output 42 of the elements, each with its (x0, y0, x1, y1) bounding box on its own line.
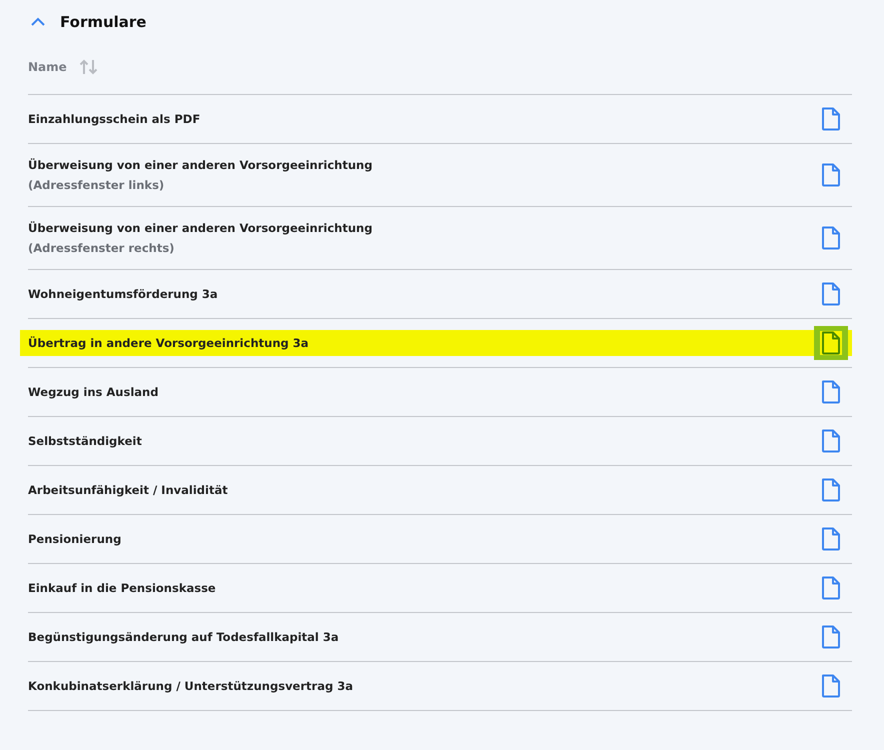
column-header[interactable]: Name (28, 60, 67, 74)
form-title: Überweisung von einer anderen Vorsorgeeinrichtung (28, 220, 372, 236)
form-title: Selbstständigkeit (28, 433, 142, 449)
document-icon (820, 282, 842, 306)
form-title: Konkubinatserklärung / Unterstützungsvertrag 3a (28, 678, 353, 694)
form-title: Einkauf in die Pensionskasse (28, 580, 216, 596)
form-title: Einzahlungsschein als PDF (28, 111, 200, 127)
chevron-icon[interactable] (30, 17, 46, 27)
table-row[interactable]: Pensionierung (28, 515, 852, 563)
section-title: Formulare (60, 13, 146, 31)
document-icon (820, 226, 842, 250)
document-icon (820, 107, 842, 131)
sort-icon[interactable] (78, 58, 99, 76)
document-icon (820, 380, 842, 404)
form-title: Wohneigentumsförderung 3a (28, 286, 218, 302)
table-row[interactable]: Selbstständigkeit (28, 417, 852, 465)
document-icon (820, 576, 842, 600)
document-icon (820, 478, 842, 502)
form-title: Wegzug ins Ausland (28, 384, 158, 400)
form-title: Übertrag in andere Vorsorgeeinrichtung 3a (28, 335, 308, 351)
form-subtitle: (Adressfenster rechts) (28, 240, 176, 256)
table-row[interactable]: Einzahlungsschein als PDF (28, 95, 852, 143)
document-icon (820, 527, 842, 551)
document-icon (820, 674, 842, 698)
table-row[interactable]: Wohneigentumsförderung 3a (28, 270, 852, 318)
document-icon (820, 429, 842, 453)
table-row[interactable]: Überweisung von einer anderen Vorsorgeeinrichtung (Adressfenster links) (28, 144, 852, 206)
form-subtitle: (Adressfenster links) (28, 177, 166, 193)
table-row[interactable]: Wegzug ins Ausland (28, 368, 852, 416)
document-icon (820, 331, 842, 355)
document-icon (820, 163, 842, 187)
document-icon (820, 625, 842, 649)
table-row[interactable]: Überweisung von einer anderen Vorsorgeeinrichtung (Adressfenster rechts) (28, 207, 852, 269)
form-title: Begünstigungsänderung auf Todesfallkapital 3a (28, 629, 339, 645)
form-title: Pensionierung (28, 531, 122, 547)
table-row[interactable]: Konkubinatserklärung / Unterstützungsvertrag 3a (28, 662, 852, 710)
table-row[interactable]: Einkauf in die Pensionskasse (28, 564, 852, 612)
form-title: Überweisung von einer anderen Vorsorgeeinrichtung (28, 157, 372, 173)
table-row[interactable]: Begünstigungsänderung auf Todesfallkapital 3a (28, 613, 852, 661)
document-button[interactable] (814, 326, 848, 360)
table-row[interactable]: Arbeitsunfähigkeit / Invalidität (28, 466, 852, 514)
form-title: Arbeitsunfähigkeit / Invalidität (28, 482, 228, 498)
